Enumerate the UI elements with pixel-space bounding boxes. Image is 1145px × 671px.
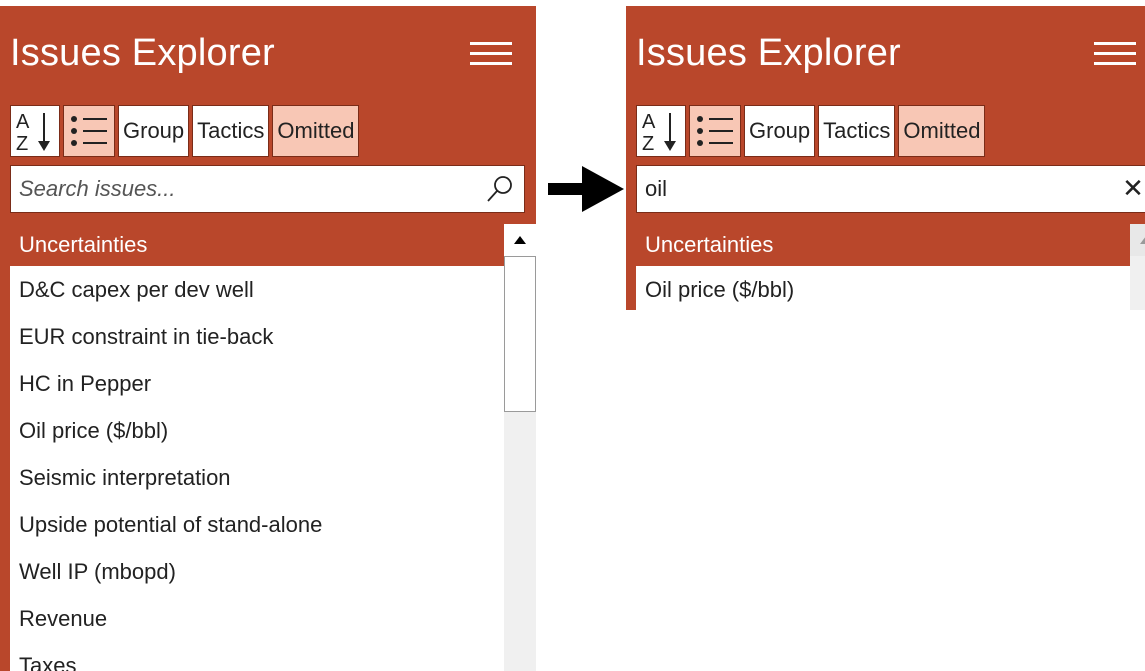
scroll-thumb[interactable] (504, 256, 536, 412)
issues-explorer-panel-before: Issues Explorer A Z Group Tactics Omitte… (0, 6, 536, 671)
vertical-scrollbar[interactable] (504, 224, 536, 671)
search-box (10, 165, 525, 213)
svg-text:Z: Z (16, 133, 28, 155)
group-header-uncertainties[interactable]: Uncertainties (636, 224, 1130, 266)
list-item[interactable]: D&C capex per dev well (10, 266, 504, 313)
svg-text:A: A (642, 111, 656, 133)
scroll-up-button[interactable] (504, 224, 536, 256)
title-bar: Issues Explorer (626, 6, 1145, 98)
issue-items: D&C capex per dev well EUR constraint in… (10, 266, 504, 671)
panel-background: Issues Explorer A Z Group Tactics Omitte… (0, 6, 536, 671)
list-item[interactable]: HC in Pepper (10, 360, 504, 407)
list-item[interactable]: Upside potential of stand-alone (10, 501, 504, 548)
tactics-button[interactable]: Tactics (192, 105, 270, 157)
list-item[interactable]: Well IP (mbopd) (10, 548, 504, 595)
list-view-button[interactable] (689, 105, 741, 157)
toolbar: A Z Group Tactics Omitted (636, 105, 986, 157)
toolbar: A Z Group Tactics Omitted (10, 105, 360, 157)
search-box: ✕ (636, 165, 1145, 213)
triangle-up-icon (514, 236, 526, 244)
list-icon (71, 116, 107, 146)
sort-az-icon: A Z (642, 111, 676, 155)
search-input[interactable] (11, 166, 524, 212)
hamburger-icon[interactable] (1094, 42, 1136, 66)
list-item[interactable]: Revenue (10, 595, 504, 642)
svg-text:Z: Z (642, 133, 654, 155)
omitted-button[interactable]: Omitted (272, 105, 360, 157)
group-button[interactable]: Group (118, 105, 190, 157)
issues-list: Uncertainties D&C capex per dev well EUR… (10, 224, 536, 671)
list-item[interactable]: Oil price ($/bbl) (10, 407, 504, 454)
group-button[interactable]: Group (744, 105, 816, 157)
tactics-button[interactable]: Tactics (818, 105, 896, 157)
search-icon[interactable] (485, 174, 515, 204)
issues-explorer-panel-after: Issues Explorer A Z Group Tactics Omitte… (626, 6, 1145, 310)
vertical-scrollbar[interactable] (1130, 224, 1145, 310)
triangle-up-icon (1140, 236, 1145, 244)
issue-items: Oil price ($/bbl) (636, 266, 1130, 310)
close-icon[interactable]: ✕ (1119, 174, 1145, 202)
title-bar: Issues Explorer (0, 6, 536, 98)
panel-title: Issues Explorer (10, 32, 275, 74)
sort-az-button[interactable]: A Z (10, 105, 60, 157)
scroll-up-button[interactable] (1130, 224, 1145, 256)
sort-az-icon: A Z (16, 111, 50, 155)
issues-list: Uncertainties Oil price ($/bbl) (636, 224, 1145, 310)
svg-text:A: A (16, 111, 30, 133)
group-header-uncertainties[interactable]: Uncertainties (10, 224, 504, 266)
list-view-button[interactable] (63, 105, 115, 157)
sort-az-button[interactable]: A Z (636, 105, 686, 157)
list-item[interactable]: EUR constraint in tie-back (10, 313, 504, 360)
search-input[interactable] (637, 166, 1145, 212)
list-icon (697, 116, 733, 146)
omitted-button[interactable]: Omitted (898, 105, 986, 157)
hamburger-icon[interactable] (470, 42, 512, 66)
panel-background: Issues Explorer A Z Group Tactics Omitte… (626, 6, 1145, 310)
arrow-right-icon (548, 166, 624, 212)
list-item[interactable]: Seismic interpretation (10, 454, 504, 501)
list-item[interactable]: Oil price ($/bbl) (636, 266, 1130, 310)
panel-title: Issues Explorer (636, 32, 901, 74)
list-item[interactable]: Taxes (10, 642, 504, 671)
